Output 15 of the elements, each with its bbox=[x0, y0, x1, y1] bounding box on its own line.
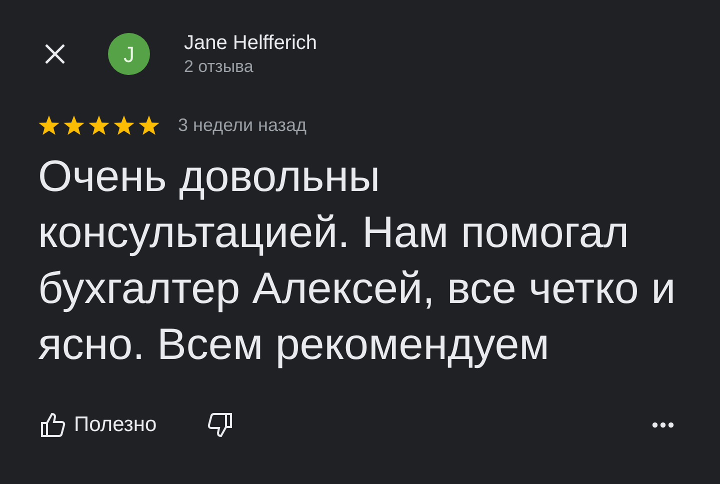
avatar: J bbox=[108, 33, 150, 75]
star-icon bbox=[138, 115, 160, 136]
star-icon bbox=[38, 115, 60, 136]
star-icon bbox=[113, 115, 135, 136]
thumbs-up-icon bbox=[40, 412, 66, 438]
helpful-button[interactable]: Полезно bbox=[40, 409, 157, 440]
star-icon bbox=[88, 115, 110, 136]
review-text: Очень довольны консультацией. Нам помогал бухгалтер Алексей, все четко и ясно. Всем рекомендуем bbox=[38, 151, 677, 371]
close-icon[interactable] bbox=[44, 43, 66, 65]
review-count: 2 отзыва bbox=[184, 56, 254, 78]
more-icon[interactable] bbox=[652, 422, 674, 428]
reviewer-name: Jane Helfferich bbox=[184, 31, 318, 56]
thumbs-down-icon[interactable] bbox=[206, 412, 233, 438]
review-date: 3 недели назад bbox=[178, 114, 307, 137]
star-icon bbox=[63, 115, 85, 136]
